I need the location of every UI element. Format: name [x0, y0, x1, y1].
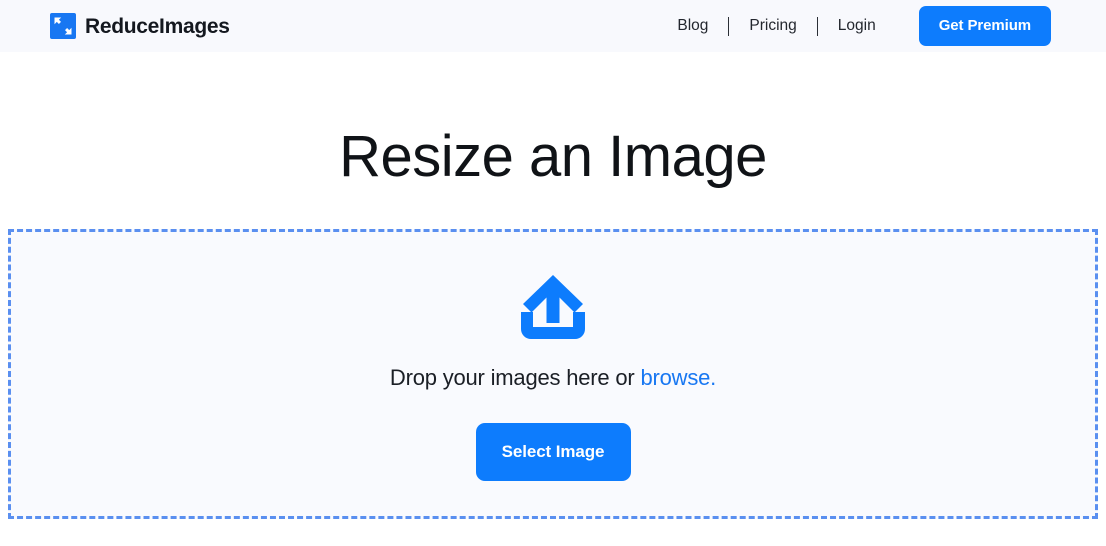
- select-image-button[interactable]: Select Image: [475, 423, 631, 481]
- browse-link[interactable]: browse.: [640, 365, 716, 390]
- upload-arrow-icon: [517, 274, 589, 340]
- image-dropzone[interactable]: Drop your images here or browse. Select …: [8, 229, 1098, 519]
- main-navigation: Blog Pricing Login Get Premium: [657, 0, 1051, 52]
- dropzone-instruction: Drop your images here or browse.: [390, 367, 716, 389]
- nav-link-blog[interactable]: Blog: [657, 18, 728, 34]
- nav-link-pricing[interactable]: Pricing: [729, 18, 816, 34]
- get-premium-button[interactable]: Get Premium: [918, 6, 1051, 46]
- brand-name: ReduceImages: [85, 14, 230, 38]
- page-title: Resize an Image: [339, 124, 767, 189]
- reduce-arrows-logo-icon: [50, 13, 76, 39]
- nav-link-login[interactable]: Login: [818, 18, 896, 34]
- main-content: Resize an Image Drop your images here or…: [0, 124, 1106, 519]
- brand-logo[interactable]: ReduceImages: [50, 13, 230, 39]
- dropzone-instruction-text: Drop your images here or: [389, 365, 641, 390]
- site-header: ReduceImages Blog Pricing Login Get Prem…: [0, 0, 1106, 52]
